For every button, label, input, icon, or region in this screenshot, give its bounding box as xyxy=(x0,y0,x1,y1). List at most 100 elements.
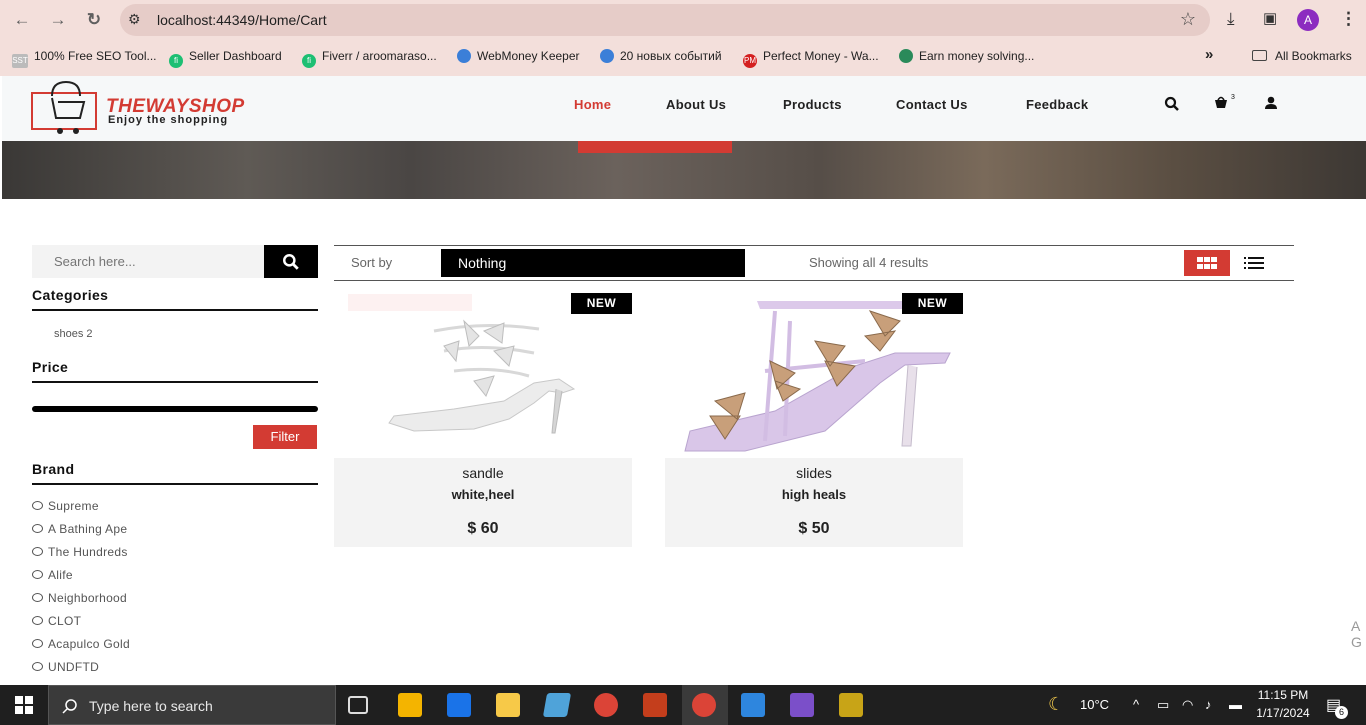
folder-icon xyxy=(1252,50,1267,61)
clock-time[interactable]: 11:15 PM xyxy=(1256,688,1310,702)
search-icon[interactable] xyxy=(1164,96,1180,112)
microsoft-store-icon[interactable] xyxy=(398,693,422,717)
visual-studio-icon[interactable] xyxy=(790,693,814,717)
nav-about-us[interactable]: About Us xyxy=(666,97,726,112)
bookmark-item[interactable]: Earn money solving... xyxy=(899,49,1034,63)
product-image[interactable]: NEW xyxy=(665,291,963,458)
radio-icon[interactable] xyxy=(32,570,43,579)
nav-contact-us[interactable]: Contact Us xyxy=(896,97,968,112)
nav-products[interactable]: Products xyxy=(783,97,842,112)
taskbar-search[interactable]: Type here to search xyxy=(48,685,336,725)
clock-date[interactable]: 1/17/2024 xyxy=(1252,706,1314,720)
bookmark-item[interactable]: PM Perfect Money - Wa... xyxy=(743,49,879,68)
task-view-icon[interactable] xyxy=(348,696,368,714)
radio-icon[interactable] xyxy=(32,547,43,556)
app-icon[interactable] xyxy=(839,693,863,717)
brand-option[interactable]: CLOT xyxy=(32,614,81,628)
volume-icon[interactable]: ♪ xyxy=(1205,697,1212,712)
side-panel-icon[interactable]: ▣ xyxy=(1263,9,1277,27)
notepad-icon[interactable] xyxy=(542,693,572,717)
product-image[interactable]: NEW xyxy=(334,291,632,458)
reload-icon[interactable]: ↻ xyxy=(84,10,104,30)
weather-moon-icon: ☾ xyxy=(1048,694,1065,714)
product-name[interactable]: slides xyxy=(665,465,963,481)
brand-option[interactable]: Supreme xyxy=(32,499,99,513)
search-button[interactable] xyxy=(264,245,318,278)
radio-icon[interactable] xyxy=(32,524,43,533)
radio-icon[interactable] xyxy=(32,639,43,648)
brand-option[interactable]: Alife xyxy=(32,568,73,582)
powerpoint-icon[interactable] xyxy=(643,693,667,717)
mail-icon[interactable] xyxy=(447,693,471,717)
brand-option[interactable]: Neighborhood xyxy=(32,591,127,605)
brand-option[interactable]: A Bathing Ape xyxy=(32,522,127,536)
all-bookmarks-button[interactable]: All Bookmarks xyxy=(1252,49,1352,63)
filter-button[interactable]: Filter xyxy=(253,425,317,449)
nav-feedback[interactable]: Feedback xyxy=(1026,97,1088,112)
photos-icon[interactable] xyxy=(741,693,765,717)
chrome-icon[interactable] xyxy=(594,693,618,717)
category-link[interactable]: shoes 2 xyxy=(54,328,93,340)
search-input[interactable] xyxy=(32,245,264,278)
hero-cta-button[interactable] xyxy=(578,141,732,153)
nav-home[interactable]: Home xyxy=(574,97,611,112)
file-explorer-icon[interactable] xyxy=(496,693,520,717)
profile-avatar[interactable]: A xyxy=(1297,9,1319,31)
product-name[interactable]: sandle xyxy=(334,465,632,481)
user-icon[interactable] xyxy=(1264,96,1278,110)
sort-label: Sort by xyxy=(351,255,393,270)
list-icon xyxy=(1244,257,1264,269)
fiverr-icon: fi xyxy=(302,54,316,68)
display-icon[interactable]: ▭ xyxy=(1157,697,1169,713)
price-heading: Price xyxy=(32,359,69,375)
sort-select[interactable]: Nothing xyxy=(441,249,745,277)
windows-taskbar: Type here to search ☾ 10°C ^ ▭ ◠ ♪ ▬ 11:… xyxy=(0,685,1366,725)
bookmark-item[interactable]: fi Seller Dashboard xyxy=(169,49,282,68)
product-price: $ 60 xyxy=(467,520,499,537)
list-view-button[interactable] xyxy=(1239,250,1269,276)
menu-kebab-icon[interactable]: ⋮ xyxy=(1340,9,1357,29)
cart-basket-icon[interactable] xyxy=(1213,95,1229,109)
radio-icon[interactable] xyxy=(32,662,43,671)
divider xyxy=(32,381,318,383)
forward-arrow-icon[interactable]: → xyxy=(48,10,68,30)
windows-start-icon[interactable] xyxy=(15,696,33,714)
product-description: white,heel xyxy=(451,487,515,502)
fiverr-icon: fi xyxy=(169,54,183,68)
brand-option[interactable]: Acapulco Gold xyxy=(32,637,130,651)
brand-option[interactable]: UNDFTD xyxy=(32,660,99,674)
product-card[interactable]: NEW slides high heals $ 50 xyxy=(665,291,963,547)
logo-tagline: Enjoy the shopping xyxy=(108,114,229,126)
bookmark-item[interactable]: WebMoney Keeper xyxy=(457,49,580,63)
grid-icon xyxy=(1197,257,1217,269)
categories-heading: Categories xyxy=(32,287,109,303)
bookmark-item[interactable]: 20 новых событий xyxy=(600,49,722,63)
chevron-up-icon[interactable]: ^ xyxy=(1133,697,1139,712)
bookmark-item[interactable]: SST 100% Free SEO Tool... xyxy=(12,49,157,68)
browser-toolbar: ← → ↻ ⚙ localhost:44349/Home/Cart ☆ ⤓ ▣ … xyxy=(0,0,1366,40)
radio-icon[interactable] xyxy=(32,501,43,510)
chrome-icon[interactable] xyxy=(692,693,716,717)
price-range-slider[interactable] xyxy=(32,406,318,412)
radio-icon[interactable] xyxy=(32,593,43,602)
site-info-icon[interactable]: ⚙ xyxy=(128,11,141,28)
divider xyxy=(32,309,318,311)
results-toolbar: Sort by Nothing Showing all 4 results xyxy=(334,245,1294,281)
search-icon xyxy=(62,699,77,714)
grid-view-button[interactable] xyxy=(1184,250,1230,276)
brand-option[interactable]: The Hundreds xyxy=(32,545,128,559)
taskbar-search-placeholder: Type here to search xyxy=(89,698,213,714)
more-bookmarks-button[interactable]: » xyxy=(1205,46,1213,63)
url-text[interactable]: localhost:44349/Home/Cart xyxy=(157,12,327,28)
radio-icon[interactable] xyxy=(32,616,43,625)
bookmark-star-icon[interactable]: ☆ xyxy=(1180,9,1196,30)
download-icon[interactable]: ⤓ xyxy=(1227,9,1235,29)
weather-temp[interactable]: 10°C xyxy=(1080,697,1109,712)
back-arrow-icon[interactable]: ← xyxy=(12,10,32,30)
battery-icon[interactable]: ▬ xyxy=(1229,697,1242,712)
address-bar[interactable]: ⚙ localhost:44349/Home/Cart ☆ xyxy=(120,4,1210,36)
globe-icon xyxy=(600,49,614,63)
wifi-icon[interactable]: ◠ xyxy=(1182,697,1193,713)
product-card[interactable]: NEW sandle white,heel $ 60 xyxy=(334,291,632,547)
bookmark-item[interactable]: fi Fiverr / aroomaraso... xyxy=(302,49,437,68)
